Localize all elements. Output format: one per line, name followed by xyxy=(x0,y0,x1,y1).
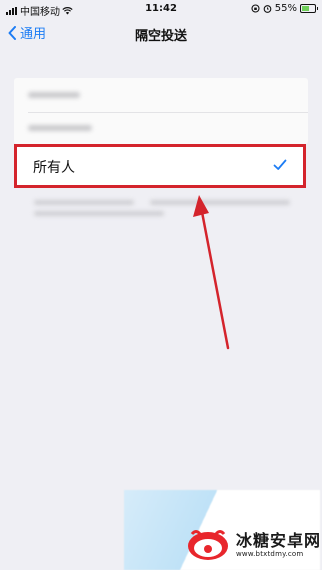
annotation-arrow xyxy=(193,195,230,350)
watermark-brand: 冰糖安卓网 xyxy=(236,531,322,550)
watermark-url: www.btxtdmy.com xyxy=(236,550,304,558)
watermark: 冰糖安卓网 www.btxtdmy.com xyxy=(186,528,321,562)
airdrop-settings-screen: 中国移动 11:42 55% 通用 隔空投送 所有人 冰糖安卓网 www.btx… xyxy=(0,0,322,570)
watermark-text: 冰糖安卓网 www.btxtdmy.com xyxy=(236,531,322,559)
watermark-logo-icon xyxy=(186,528,230,562)
